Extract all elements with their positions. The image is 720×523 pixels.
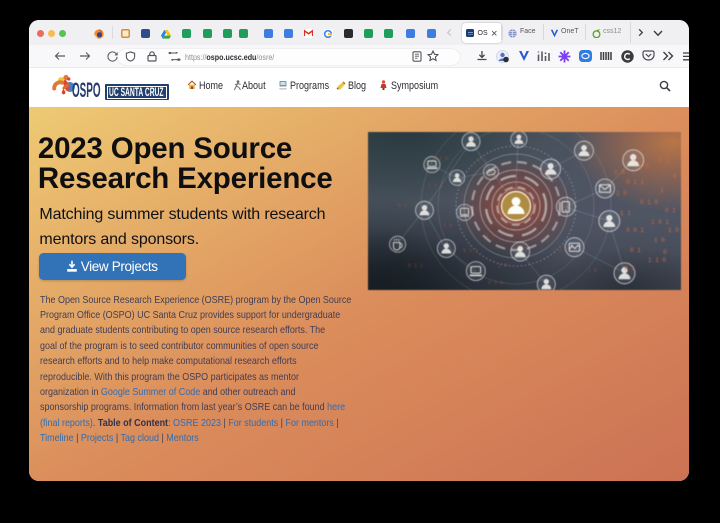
svg-text:0 1 0: 0 1 0 <box>640 199 658 206</box>
svg-text:1 0 1: 1 0 1 <box>428 183 443 189</box>
svg-text:0 1: 0 1 <box>624 265 635 272</box>
svg-text:1 0 1: 1 0 1 <box>651 219 669 226</box>
svg-text:0 1 1: 0 1 1 <box>626 179 644 186</box>
svg-text:0 0 1: 0 0 1 <box>626 227 644 234</box>
svg-text:0 1: 0 1 <box>630 247 641 254</box>
svg-text:1 1: 1 1 <box>598 158 607 164</box>
svg-text:0 1: 0 1 <box>518 168 527 174</box>
svg-text:0 1: 0 1 <box>658 157 669 164</box>
svg-text:0: 0 <box>673 173 677 180</box>
svg-text:1: 1 <box>660 187 664 194</box>
svg-text:0 1 1: 0 1 1 <box>463 248 478 254</box>
svg-text:0: 0 <box>663 249 667 256</box>
svg-text:1 0: 1 0 <box>638 163 649 170</box>
svg-text:1 0: 1 0 <box>588 268 597 274</box>
svg-text:1 1 0: 1 1 0 <box>648 257 666 264</box>
svg-text:1 0: 1 0 <box>654 237 665 244</box>
svg-text:1 0: 1 0 <box>616 190 627 197</box>
svg-text:1 1: 1 1 <box>620 210 631 217</box>
svg-text:0 1: 0 1 <box>665 207 676 214</box>
svg-text:1 0: 1 0 <box>614 169 625 176</box>
svg-text:1 1 0: 1 1 0 <box>433 156 448 162</box>
svg-text:0 1 0: 0 1 0 <box>488 280 503 286</box>
svg-text:1 0: 1 0 <box>498 263 507 269</box>
svg-text:0 1: 0 1 <box>398 203 407 209</box>
svg-text:1 0 1: 1 0 1 <box>553 248 568 254</box>
svg-text:1 0: 1 0 <box>443 223 452 229</box>
svg-text:0 1 1: 0 1 1 <box>408 263 423 269</box>
svg-text:1 0: 1 0 <box>486 233 495 239</box>
svg-text:1 0: 1 0 <box>668 227 679 234</box>
svg-text:0 1: 0 1 <box>478 158 487 164</box>
